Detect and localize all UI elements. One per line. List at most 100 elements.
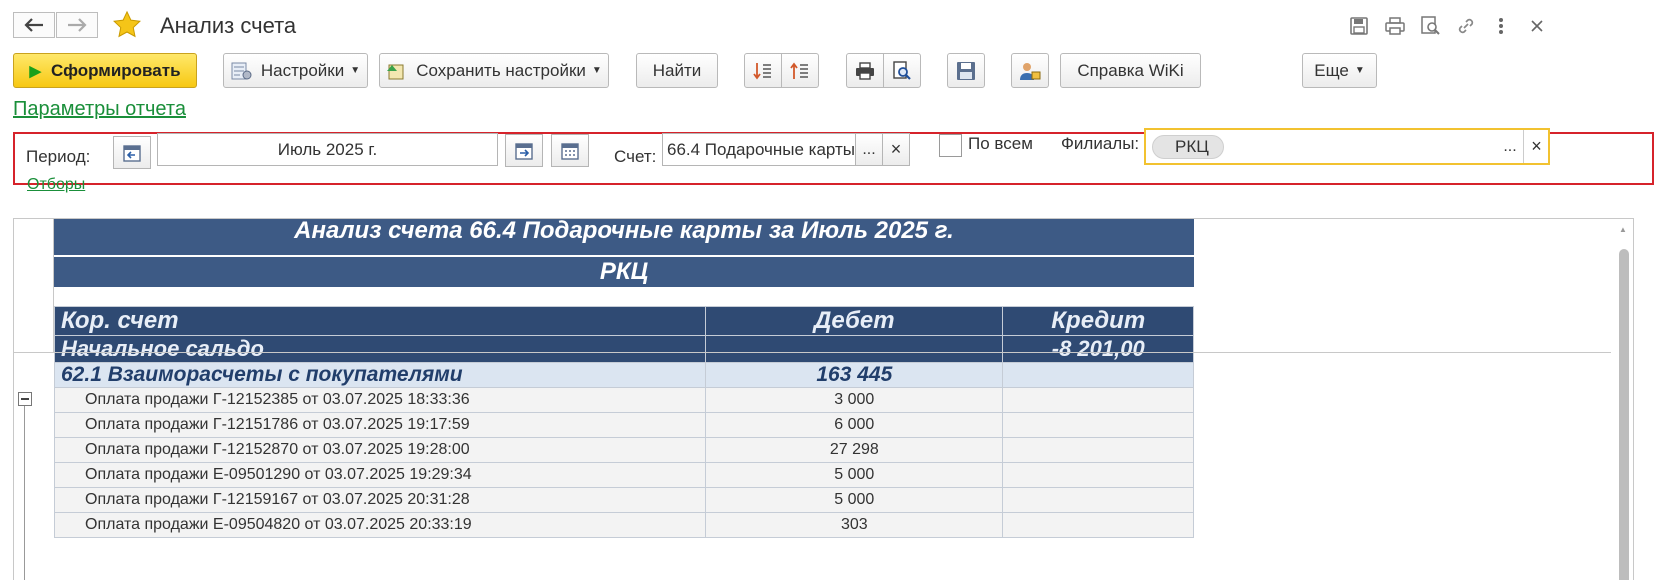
branches-field[interactable]: РКЦ [1144, 128, 1550, 165]
sort-descending-icon [753, 62, 771, 79]
opening-balance-row: Начальное сальдо -8 201,00 [53, 335, 1194, 363]
group-row[interactable]: 62.1 Взаиморасчеты с покупателями 163 44… [53, 362, 1194, 388]
more-vertical-icon[interactable] [1491, 16, 1511, 36]
print-icon[interactable] [1385, 16, 1405, 36]
close-icon[interactable] [1527, 16, 1547, 36]
wiki-help-button[interactable]: Справка WiKi [1060, 53, 1201, 88]
chevron-down-icon: ▼ [591, 65, 602, 76]
more-button[interactable]: Еще ▼ [1302, 53, 1377, 88]
chevron-down-icon: ▼ [350, 65, 361, 76]
row-debit: 5 000 [705, 487, 1004, 513]
period-next-button[interactable] [505, 134, 543, 167]
row-debit: 6 000 [705, 412, 1004, 438]
row-label: Оплата продажи Г-12152870 от 03.07.2025 … [53, 437, 707, 463]
chevron-down-icon: ▼ [1354, 65, 1365, 76]
account-label: Счет: [614, 147, 657, 166]
period-select-button[interactable] [551, 134, 589, 167]
forward-button[interactable] [56, 12, 98, 38]
print-preview-button[interactable] [883, 53, 921, 88]
row-label: Оплата продажи Г-12152385 от 03.07.2025 … [53, 387, 707, 413]
vertical-scrollbar[interactable]: ▲ [1613, 219, 1633, 580]
table-row[interactable]: Оплата продажи Е-09501290 от 03.07.2025 … [53, 462, 1194, 488]
scrollbar-thumb[interactable] [1619, 249, 1629, 580]
period-label: Период: [26, 147, 91, 166]
account-field[interactable]: 66.4 Подарочные карты [662, 133, 856, 166]
column-header: Кор. счет [53, 306, 707, 336]
find-button[interactable]: Найти [636, 53, 718, 88]
arrow-right-icon [68, 18, 87, 32]
row-credit [1002, 412, 1194, 438]
report-table: Кор. счет Дебет Кредит Начальное сальдо … [53, 306, 1194, 538]
close-icon: × [1531, 136, 1542, 156]
report-area[interactable]: Анализ счета 66.4 Подарочные карты за Ию… [13, 218, 1634, 580]
save-icon[interactable] [1349, 16, 1369, 36]
user-lock-icon [1020, 62, 1041, 80]
save-settings-label: Сохранить настройки [416, 60, 586, 80]
print-button[interactable] [846, 53, 884, 88]
row-credit [1002, 437, 1194, 463]
report-params-link[interactable]: Параметры отчета [13, 98, 186, 121]
filters-link[interactable]: Отборы [27, 176, 85, 194]
save-settings-icon [387, 64, 404, 79]
branches-select-button[interactable]: ... [1496, 130, 1524, 163]
window-title: Анализ счета [160, 13, 297, 38]
table-row[interactable]: Оплата продажи Г-12159167 от 03.07.2025 … [53, 487, 1194, 513]
row-label: Оплата продажи Е-09504820 от 03.07.2025 … [53, 512, 707, 538]
branches-clear-button[interactable]: × [1523, 130, 1549, 163]
row-credit [1002, 512, 1194, 538]
account-select-button[interactable]: ... [855, 133, 883, 166]
table-row[interactable]: Оплата продажи Г-12152385 от 03.07.2025 … [53, 387, 1194, 413]
floppy-disk-icon [957, 61, 975, 80]
back-button[interactable] [13, 12, 55, 38]
find-label: Найти [652, 60, 702, 80]
period-field[interactable]: Июль 2025 г. [157, 133, 498, 166]
collapse-group-toggle[interactable] [18, 392, 32, 406]
row-credit [1002, 462, 1194, 488]
play-icon: ▶ [29, 62, 42, 80]
favorite-star-icon[interactable] [112, 10, 142, 40]
account-value: 66.4 Подарочные карты [667, 139, 856, 159]
account-clear-button[interactable]: × [882, 133, 910, 166]
sort-desc-button[interactable] [744, 53, 782, 88]
user-settings-button[interactable] [1011, 53, 1049, 88]
preview-icon[interactable] [1421, 16, 1441, 36]
group-credit [1002, 362, 1194, 388]
tree-line [24, 406, 25, 580]
table-header-row: Кор. счет Дебет Кредит [53, 306, 1194, 336]
save-report-button[interactable] [947, 53, 985, 88]
all-label: По всем [968, 134, 1033, 153]
arrow-left-icon [24, 18, 43, 32]
row-debit: 5 000 [705, 462, 1004, 488]
row-debit: 27 298 [705, 437, 1004, 463]
print-icon [856, 61, 874, 80]
period-value: Июль 2025 г. [277, 139, 378, 159]
all-checkbox[interactable] [939, 134, 962, 157]
branch-tag[interactable]: РКЦ [1152, 134, 1224, 159]
column-header: Кредит [1002, 306, 1194, 336]
settings-button[interactable]: Настройки ▼ [223, 53, 368, 88]
save-settings-button[interactable]: Сохранить настройки ▼ [379, 53, 609, 88]
ellipsis-icon: ... [1503, 137, 1517, 155]
period-prev-button[interactable] [113, 136, 151, 169]
generate-button[interactable]: ▶ Сформировать [13, 53, 197, 88]
opening-balance-debit [705, 335, 1004, 363]
report-subtitle: РКЦ [54, 257, 1194, 287]
column-header: Дебет [705, 306, 1004, 336]
calendar-next-icon [515, 142, 533, 160]
sort-asc-button[interactable] [781, 53, 819, 88]
row-debit: 303 [705, 512, 1004, 538]
link-icon[interactable] [1456, 16, 1476, 36]
table-row[interactable]: Оплата продажи Г-12152870 от 03.07.2025 … [53, 437, 1194, 463]
table-row[interactable]: Оплата продажи Е-09504820 от 03.07.2025 … [53, 512, 1194, 538]
opening-balance-credit: -8 201,00 [1002, 335, 1194, 363]
scroll-up-icon[interactable]: ▲ [1619, 225, 1627, 234]
group-label: 62.1 Взаиморасчеты с покупателями [53, 362, 707, 388]
settings-icon [231, 62, 252, 79]
table-row[interactable]: Оплата продажи Г-12151786 от 03.07.2025 … [53, 412, 1194, 438]
wiki-help-label: Справка WiKi [1077, 60, 1184, 80]
row-label: Оплата продажи Г-12159167 от 03.07.2025 … [53, 487, 707, 513]
more-label: Еще [1314, 60, 1349, 80]
row-label: Оплата продажи Г-12151786 от 03.07.2025 … [53, 412, 707, 438]
minus-icon [21, 398, 29, 400]
parameters-panel: Период: Июль 2025 г. Счет: 66.4 Подарочн… [13, 128, 1654, 185]
